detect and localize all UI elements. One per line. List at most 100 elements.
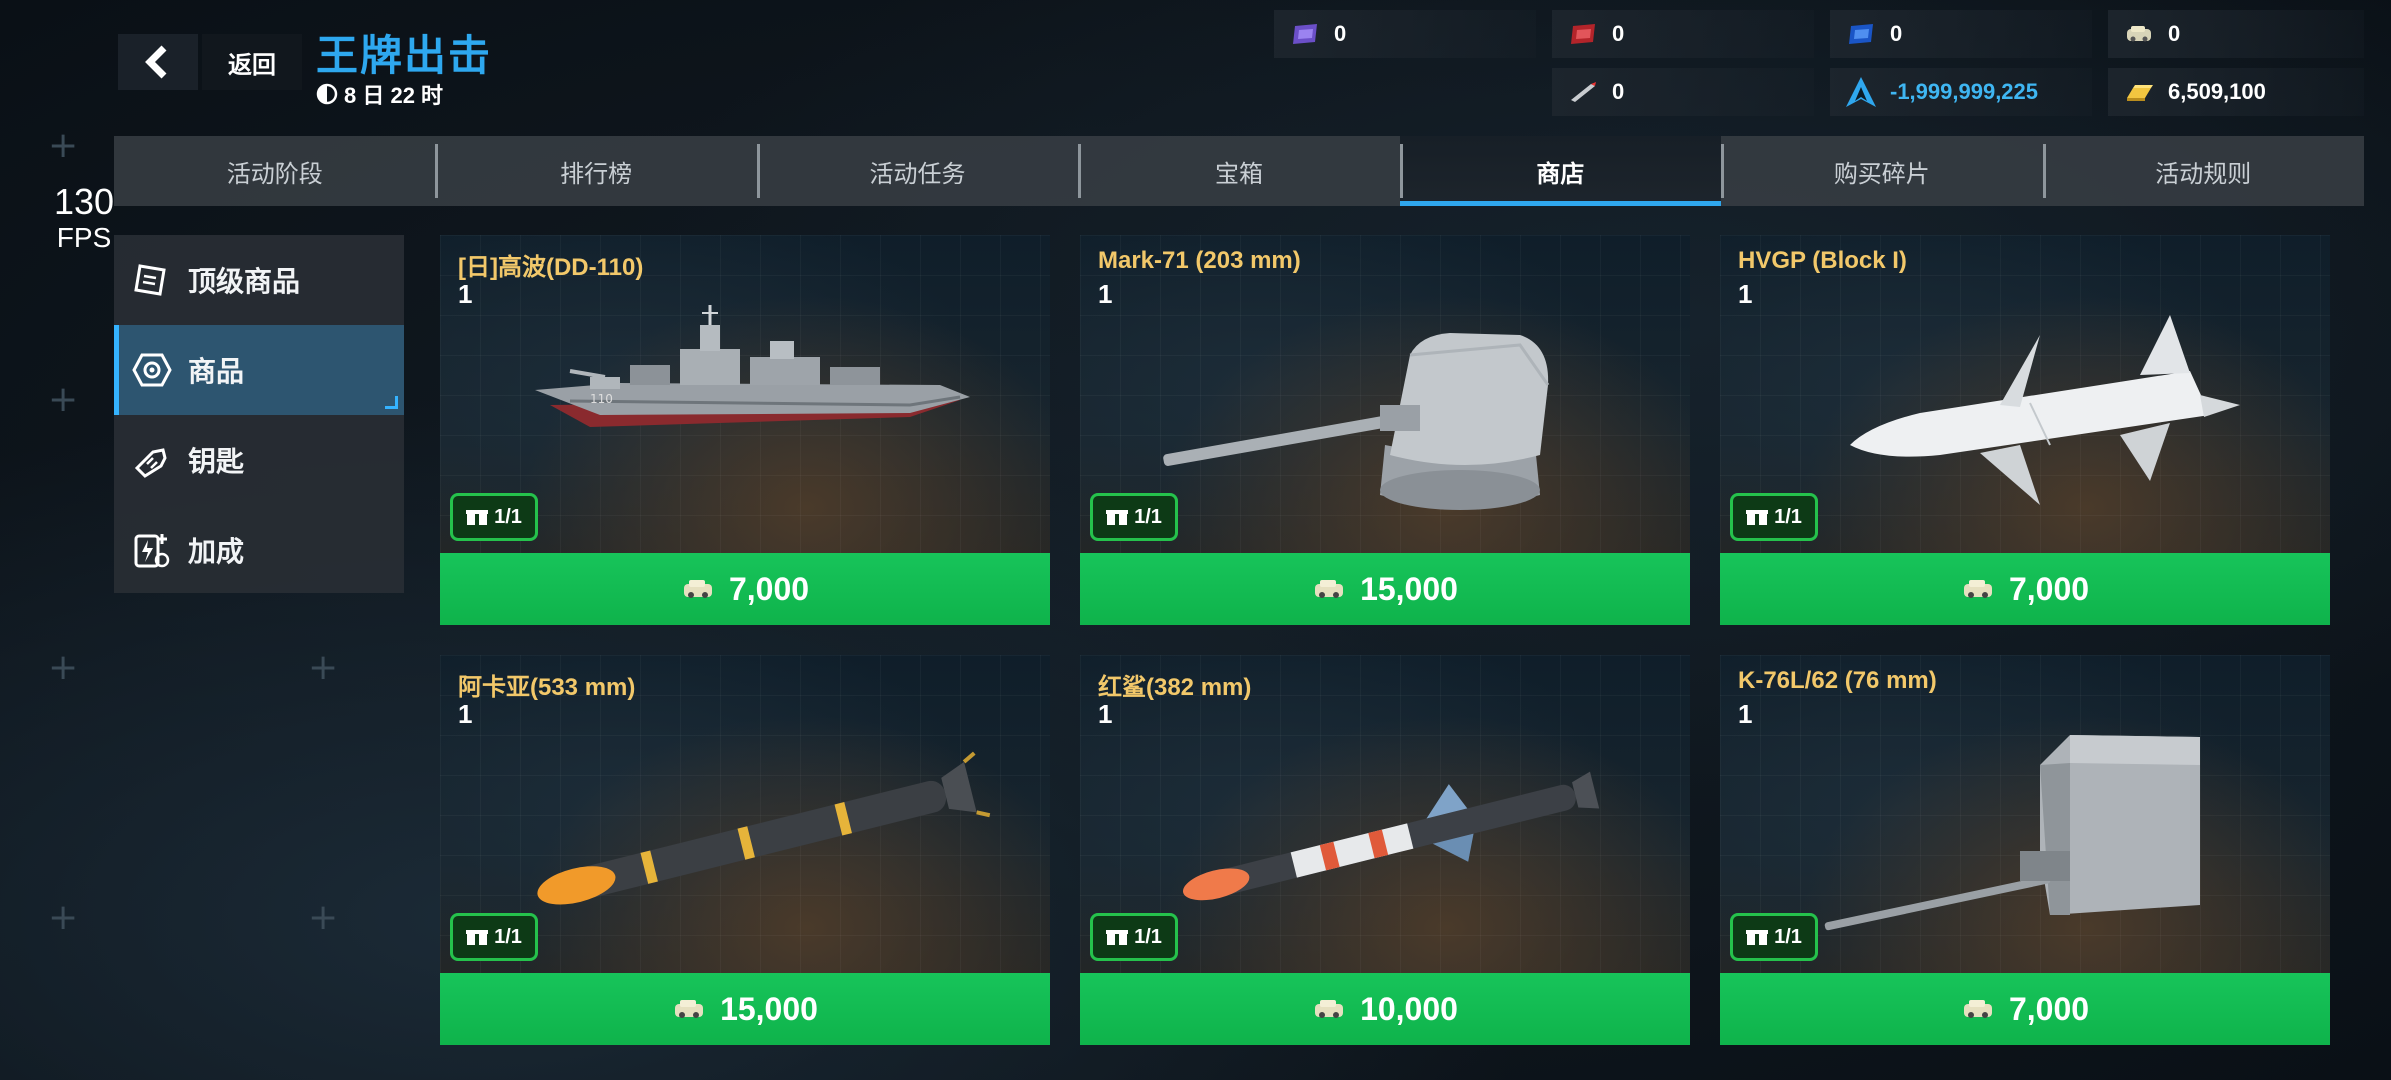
a-logo-icon [1844, 77, 1878, 107]
gift-box-icon [1746, 510, 1769, 525]
price-value: 7,000 [728, 570, 810, 607]
purchase-limit-text: 1/1 [1134, 505, 1162, 528]
side-item-keys[interactable]: 钥匙 [114, 415, 404, 505]
side-item-label: 钥匙 [188, 446, 245, 477]
background-crosshair: + [48, 647, 79, 688]
gift-box-icon [1746, 930, 1769, 945]
resource-premium-currency[interactable]: -1,999,999,225 [1830, 68, 2092, 116]
background-crosshair: + [308, 897, 339, 938]
shop-item-card[interactable]: 红鲨(382 mm) 1 1/1 10,000 [1080, 655, 1690, 1045]
resource-tank-token[interactable]: 0 [2108, 10, 2364, 58]
fps-unit: FPS [56, 222, 112, 253]
side-item-goods[interactable]: 商品 [114, 325, 404, 415]
shop-item-card[interactable]: HVGP (Block I) 1 1/1 7,000 [1720, 235, 2330, 625]
purchase-limit-badge: 1/1 [1090, 493, 1178, 541]
buy-button[interactable]: 7,000 [1720, 553, 2330, 625]
missile-token-icon [1566, 77, 1600, 107]
purchase-limit-text: 1/1 [1774, 925, 1802, 948]
tank-token-icon [675, 1000, 704, 1018]
purchase-limit-badge: 1/1 [1090, 913, 1178, 961]
key-icon [132, 440, 172, 480]
tab-chests[interactable]: 宝箱 [1078, 136, 1399, 206]
price-value: 7,000 [2008, 990, 2090, 1027]
shop-item-card[interactable]: K-76L/62 (76 mm) 1 1/1 7,000 [1720, 655, 2330, 1045]
shop-item-card[interactable]: 阿卡亚(533 mm) 1 1/1 15,000 [440, 655, 1050, 1045]
tank-token-icon [1963, 580, 1992, 598]
red-ticket-icon [1566, 19, 1600, 49]
naval-gun-turret-image [1163, 333, 1550, 510]
tab-bar: 活动阶段 排行榜 活动任务 宝箱 商店 购买碎片 活动规则 [114, 136, 2364, 206]
destroyer-ship-image: 110 [535, 305, 970, 427]
chevron-left-icon [145, 45, 167, 79]
buy-button[interactable]: 7,000 [440, 553, 1050, 625]
side-item-boost[interactable]: 加成 [114, 505, 404, 595]
tab-activity-stage[interactable]: 活动阶段 [114, 136, 435, 206]
back-label[interactable]: 返回 [202, 34, 302, 90]
tab-shop[interactable]: 商店 [1399, 136, 1722, 206]
buy-button[interactable]: 10,000 [1080, 973, 1690, 1045]
resource-tank-token-value: 0 [2168, 21, 2181, 46]
side-item-top-goods[interactable]: 顶级商品 [114, 235, 404, 325]
resource-gold[interactable]: 6,509,100 [2108, 68, 2364, 116]
purple-ticket-icon [1288, 19, 1322, 49]
buy-button[interactable]: 7,000 [1720, 973, 2330, 1045]
item-name: [日]高波(DD-110) [458, 254, 644, 281]
tab-activity-tasks[interactable]: 活动任务 [756, 136, 1078, 206]
resource-premium-currency-value: -1,999,999,225 [1890, 79, 2039, 104]
event-timer-text: 8 日 22 时 [344, 83, 444, 108]
shop-item-card[interactable]: [日]高波(DD-110) 1 110 1/1 7,000 [440, 235, 1050, 625]
event-title: 王牌出击 [316, 32, 493, 79]
rocket-torpedo-image [1183, 771, 1600, 901]
background-crosshair: + [48, 379, 79, 420]
item-name: Mark-71 (203 mm) [1098, 247, 1301, 274]
purchase-limit-text: 1/1 [494, 925, 522, 948]
blue-ticket-icon [1844, 19, 1878, 49]
purchase-limit-badge: 1/1 [1730, 493, 1818, 541]
missile-image [1850, 315, 2240, 505]
boost-icon [132, 530, 172, 570]
gear-badge-icon [132, 350, 172, 390]
shop-item-card[interactable]: Mark-71 (203 mm) 1 1/1 15,000 [1080, 235, 1690, 625]
gift-box-icon [1106, 510, 1129, 525]
resource-missile-token[interactable]: 0 [1552, 68, 1814, 116]
purchase-limit-text: 1/1 [494, 505, 522, 528]
buy-button[interactable]: 15,000 [440, 973, 1050, 1045]
resource-red-ticket[interactable]: 0 [1552, 10, 1814, 58]
tab-leaderboard[interactable]: 排行榜 [435, 136, 756, 206]
gift-box-icon [466, 510, 489, 525]
shop-category-menu: 顶级商品 商品 钥匙 加成 [114, 235, 404, 593]
resource-purple-ticket[interactable]: 0 [1274, 10, 1536, 58]
resource-missile-token-value: 0 [1612, 79, 1625, 104]
price-value: 15,000 [1360, 570, 1458, 607]
gift-box-icon [466, 930, 489, 945]
side-item-label: 顶级商品 [188, 266, 301, 297]
tank-token-icon [1315, 580, 1344, 598]
tank-token-icon [2122, 19, 2156, 49]
item-name: 红鲨(382 mm) [1098, 674, 1252, 701]
event-timer: 8 日 22 时 [316, 78, 443, 110]
resource-gold-value: 6,509,100 [2168, 79, 2266, 104]
purchase-limit-badge: 1/1 [450, 493, 538, 541]
tab-buy-fragments[interactable]: 购买碎片 [1721, 136, 2042, 206]
purchase-limit-badge: 1/1 [450, 913, 538, 961]
ticket-icon [132, 260, 172, 300]
gold-bar-icon [2122, 77, 2156, 107]
resource-blue-ticket-value: 0 [1890, 21, 1903, 46]
tank-token-icon [1963, 1000, 1992, 1018]
resource-blue-ticket[interactable]: 0 [1830, 10, 2092, 58]
side-item-label: 商品 [188, 356, 245, 387]
item-name: 阿卡亚(533 mm) [458, 674, 636, 701]
tab-activity-rules[interactable]: 活动规则 [2042, 136, 2364, 206]
resource-red-ticket-value: 0 [1612, 21, 1625, 46]
fps-counter: 130 FPS [54, 184, 114, 252]
back-button[interactable] [118, 34, 198, 90]
tank-token-icon [1315, 1000, 1344, 1018]
side-item-label: 加成 [188, 536, 245, 567]
price-value: 15,000 [720, 990, 818, 1027]
background-crosshair: + [48, 125, 79, 166]
clock-icon [316, 83, 338, 105]
price-value: 10,000 [1360, 990, 1458, 1027]
purchase-limit-text: 1/1 [1134, 925, 1162, 948]
buy-button[interactable]: 15,000 [1080, 553, 1690, 625]
tank-token-icon [683, 580, 712, 598]
